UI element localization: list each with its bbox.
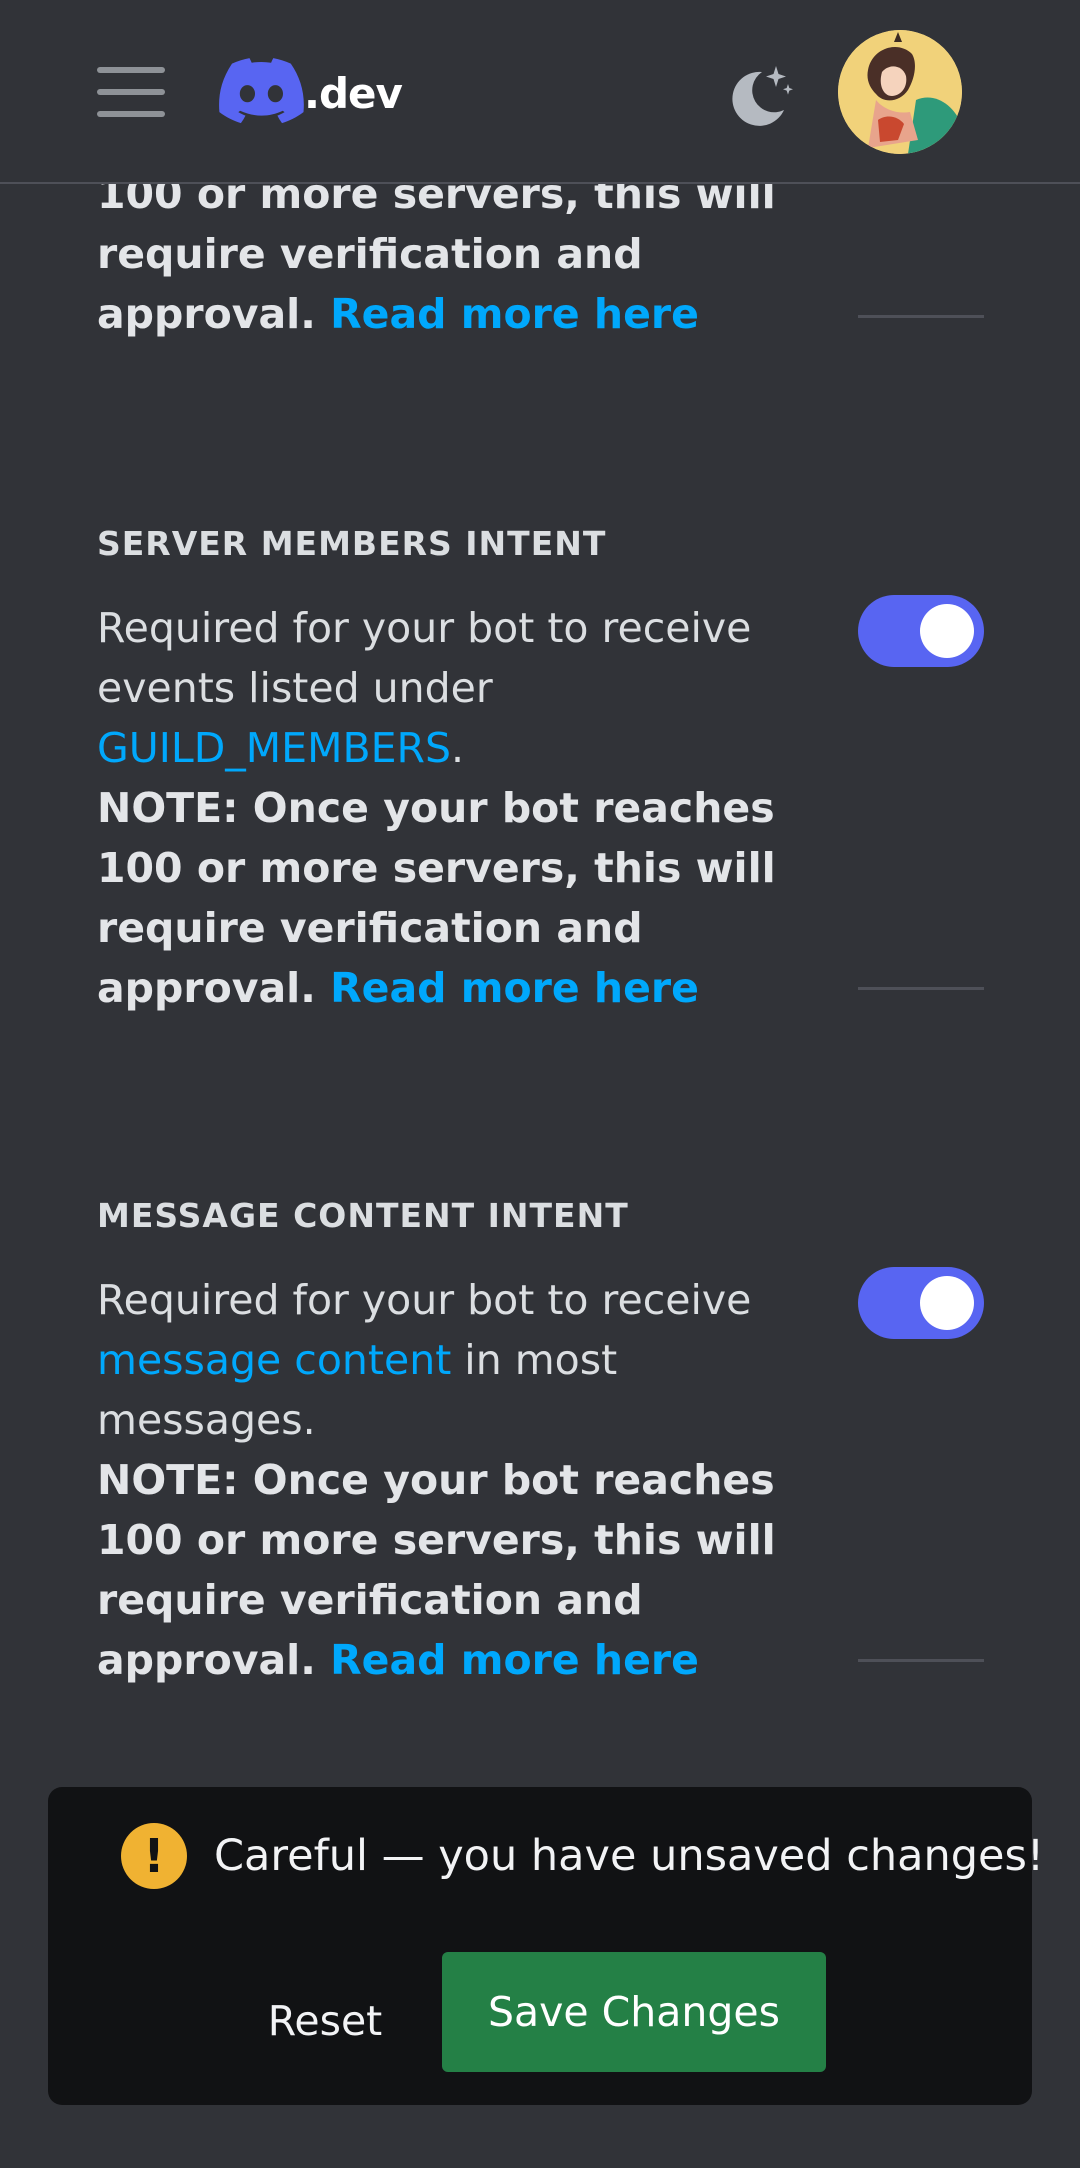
moon-stars-icon [732,66,793,126]
note-line: approval. [97,290,316,338]
guild-members-link[interactable]: GUILD_MEMBERS [97,724,451,772]
desc-line: Required for your bot to receive [97,604,752,652]
message-content-intent-toggle[interactable] [858,1267,984,1339]
note-line: approval. [97,1636,316,1684]
read-more-link[interactable]: Read more here [330,290,699,338]
menu-icon[interactable] [97,67,165,117]
unsaved-changes-bar: ! Careful — you have unsaved changes! Re… [48,1787,1044,2105]
note-line: 100 or more servers, this will [97,844,776,892]
server-members-intent-body: Required for your bot to receive events … [97,598,797,1018]
intent-partial-note: 100 or more servers, this will require v… [97,164,797,344]
message-content-intent-title: MESSAGE CONTENT INTENT [97,1196,629,1235]
note-line: require verification and [97,1576,643,1624]
note-line: require verification and [97,904,643,952]
desc-period: . [451,724,465,772]
message-content-intent-body: Required for your bot to receive message… [97,1270,797,1690]
divider [858,315,984,318]
server-members-intent-toggle[interactable] [858,595,984,667]
divider [858,1659,984,1662]
warning-icon: ! [121,1823,187,1889]
save-changes-button[interactable]: Save Changes [442,1952,826,2072]
toggle-knob [920,604,974,658]
note-line: 100 or more servers, this will [97,1516,776,1564]
desc-line: events listed under [97,664,493,712]
read-more-link[interactable]: Read more here [330,964,699,1012]
avatar-image [838,30,962,154]
reset-button[interactable]: Reset [260,1961,390,2081]
logo-text: .dev [304,68,403,118]
note-line: NOTE: Once your bot reaches [97,1456,775,1504]
toggle-knob [920,1276,974,1330]
server-members-intent-title: SERVER MEMBERS INTENT [97,524,607,563]
note-line: NOTE: Once your bot reaches [97,784,775,832]
message-content-link[interactable]: message content [97,1336,451,1384]
note-line: require verification and [97,230,643,278]
desc-line: Required for your bot to receive [97,1276,752,1324]
desc-line: messages. [97,1396,316,1444]
theme-toggle-button[interactable] [718,58,796,136]
read-more-link[interactable]: Read more here [330,1636,699,1684]
discord-dev-logo[interactable]: .dev [218,56,403,126]
divider [858,987,984,990]
avatar[interactable] [838,30,962,154]
desc-line: in most [451,1336,618,1384]
note-line: approval. [97,964,316,1012]
discord-logo-icon [219,58,304,124]
unsaved-changes-message: Careful — you have unsaved changes! [214,1831,1045,1881]
top-nav: .dev [0,0,1080,184]
